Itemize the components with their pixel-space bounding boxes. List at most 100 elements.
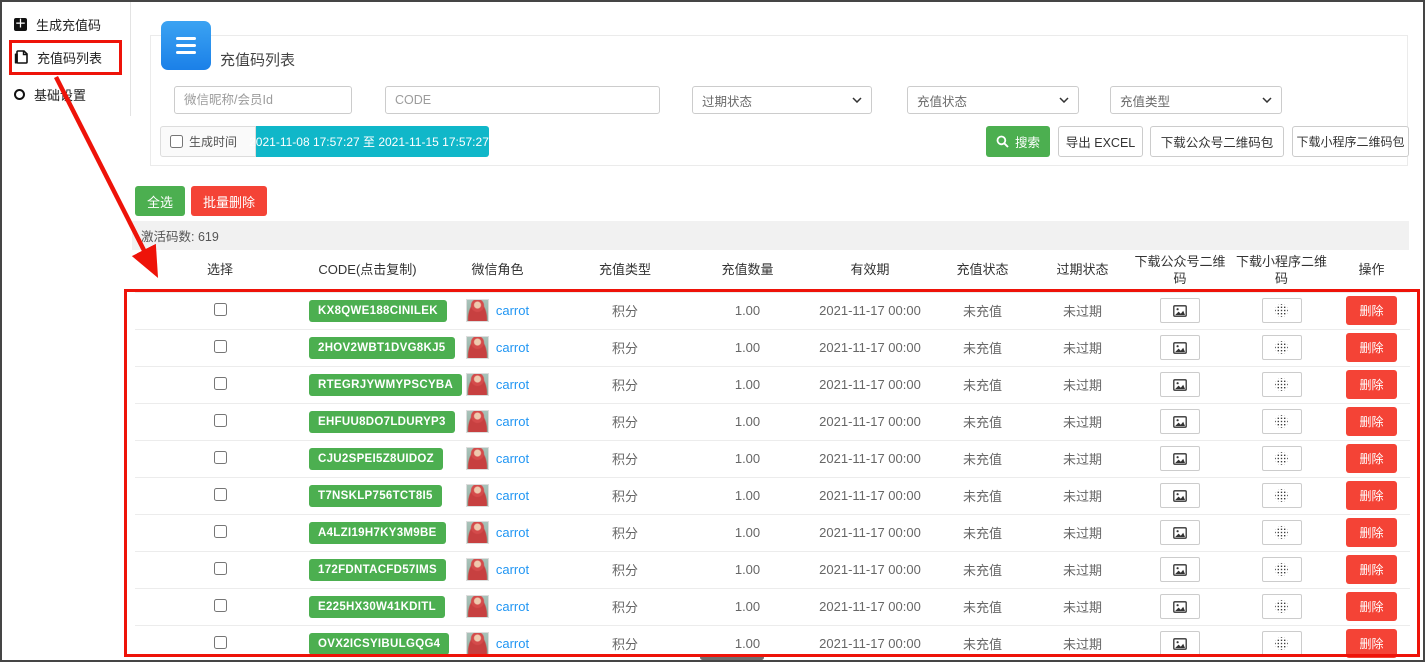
recharge-type-select[interactable]: 充值类型	[1110, 86, 1282, 114]
select-all-button[interactable]: 全选	[135, 186, 185, 216]
expire-status-select[interactable]: 过期状态	[692, 86, 872, 114]
wechat-role-link[interactable]: carrot	[496, 340, 529, 355]
table-row: KX8QWE188CINILEK carrot 积分 1.00 2021-11-…	[135, 292, 1410, 329]
download-official-qr-button[interactable]	[1160, 409, 1200, 434]
code-badge[interactable]: 172FDNTACFD57IMS	[309, 559, 446, 581]
miniprogram-qr-icon	[1275, 304, 1288, 317]
download-mini-qr-button[interactable]	[1262, 298, 1302, 323]
download-mini-qr-button[interactable]	[1262, 446, 1302, 471]
download-mini-qr-button[interactable]	[1262, 520, 1302, 545]
code-badge[interactable]: A4LZI19H7KY3M9BE	[309, 522, 446, 544]
download-mini-qr-button[interactable]	[1262, 631, 1302, 656]
wechat-role-link[interactable]: carrot	[496, 377, 529, 392]
wechat-role-link[interactable]: carrot	[496, 599, 529, 614]
sidebar-item-label: 基础设置	[34, 85, 86, 104]
generate-time-checkbox[interactable]	[170, 135, 183, 148]
amount-cell: 1.00	[685, 440, 810, 477]
code-badge[interactable]: KX8QWE188CINILEK	[309, 300, 447, 322]
batch-delete-button[interactable]: 批量删除	[191, 186, 267, 216]
delete-button[interactable]: 删除	[1346, 518, 1396, 547]
download-official-qr-button[interactable]	[1160, 446, 1200, 471]
recharge-code-table: 选择 CODE(点击复制) 微信角色 充值类型 充值数量 有效期 充值状态 过期…	[135, 250, 1410, 662]
activation-code-count: 激活码数: 619	[132, 221, 1409, 250]
expire-status-cell: 未过期	[1035, 440, 1130, 477]
download-official-qr-button[interactable]	[1160, 335, 1200, 360]
nickname-member-id-input[interactable]	[174, 86, 352, 114]
sidebar-item-generate-code[interactable]: ＋ 生成充值码	[14, 13, 101, 35]
delete-button[interactable]: 删除	[1346, 481, 1396, 510]
horizontal-scrollbar-thumb[interactable]	[700, 655, 764, 660]
menu-toggle-button[interactable]	[161, 21, 211, 70]
download-mini-qr-button[interactable]	[1262, 483, 1302, 508]
code-input[interactable]	[385, 86, 660, 114]
wechat-role-link[interactable]: carrot	[496, 636, 529, 651]
code-badge[interactable]: EHFUU8DO7LDURYP3	[309, 411, 455, 433]
amount-cell: 1.00	[685, 366, 810, 403]
recharge-type-cell: 积分	[565, 477, 685, 514]
wechat-role-link[interactable]: carrot	[496, 414, 529, 429]
download-mini-qr-button[interactable]	[1262, 557, 1302, 582]
validity-cell: 2021-11-17 00:00	[810, 588, 930, 625]
row-checkbox[interactable]	[214, 451, 227, 464]
row-checkbox[interactable]	[214, 599, 227, 612]
download-official-qr-button[interactable]	[1160, 483, 1200, 508]
row-checkbox[interactable]	[214, 377, 227, 390]
delete-button[interactable]: 删除	[1346, 370, 1396, 399]
wechat-role-link[interactable]: carrot	[496, 451, 529, 466]
sidebar-item-label: 充值码列表	[37, 48, 102, 67]
row-checkbox[interactable]	[214, 488, 227, 501]
wechat-role-link[interactable]: carrot	[496, 525, 529, 540]
row-checkbox[interactable]	[214, 414, 227, 427]
download-official-qr-button[interactable]	[1160, 520, 1200, 545]
sidebar-item-basic-settings[interactable]: 基础设置	[14, 83, 86, 105]
col-header-validity: 有效期	[810, 250, 930, 292]
delete-button[interactable]: 删除	[1346, 333, 1396, 362]
code-badge[interactable]: OVX2ICSYIBULGQG4	[309, 633, 449, 655]
delete-button[interactable]: 删除	[1346, 444, 1396, 473]
download-mini-qr-pack-button[interactable]: 下载小程序二维码包	[1292, 126, 1409, 157]
row-checkbox[interactable]	[214, 636, 227, 649]
miniprogram-qr-icon	[1275, 341, 1288, 354]
delete-button[interactable]: 删除	[1346, 555, 1396, 584]
wechat-role-link[interactable]: carrot	[496, 562, 529, 577]
search-button[interactable]: 搜索	[986, 126, 1050, 157]
sidebar-item-code-list[interactable]: 充值码列表	[14, 46, 102, 68]
code-badge[interactable]: E225HX30W41KDITL	[309, 596, 445, 618]
miniprogram-qr-icon	[1275, 452, 1288, 465]
image-icon	[1173, 416, 1187, 428]
row-checkbox[interactable]	[214, 562, 227, 575]
delete-button[interactable]: 删除	[1346, 407, 1396, 436]
wechat-role-link[interactable]: carrot	[496, 303, 529, 318]
wechat-role-link[interactable]: carrot	[496, 488, 529, 503]
code-badge[interactable]: T7NSKLP756TCT8I5	[309, 485, 442, 507]
code-badge[interactable]: 2HOV2WBT1DVG8KJ5	[309, 337, 455, 359]
row-checkbox[interactable]	[214, 340, 227, 353]
avatar	[466, 558, 489, 581]
code-badge[interactable]: RTEGRJYWMYPSCYBA	[309, 374, 462, 396]
download-mini-qr-button[interactable]	[1262, 335, 1302, 360]
download-mini-qr-button[interactable]	[1262, 372, 1302, 397]
download-mini-qr-button[interactable]	[1262, 594, 1302, 619]
col-header-amount: 充值数量	[685, 250, 810, 292]
download-official-qr-button[interactable]	[1160, 557, 1200, 582]
download-official-qr-pack-button[interactable]: 下载公众号二维码包	[1150, 126, 1284, 157]
delete-button[interactable]: 删除	[1346, 296, 1396, 325]
recharge-status-select[interactable]: 充值状态	[907, 86, 1079, 114]
validity-cell: 2021-11-17 00:00	[810, 366, 930, 403]
delete-button[interactable]: 删除	[1346, 629, 1396, 658]
delete-button[interactable]: 删除	[1346, 592, 1396, 621]
avatar	[466, 336, 489, 359]
download-official-qr-button[interactable]	[1160, 631, 1200, 656]
export-excel-button[interactable]: 导出 EXCEL	[1058, 126, 1143, 157]
code-badge[interactable]: CJU2SPEI5Z8UIDOZ	[309, 448, 443, 470]
date-range-button[interactable]: 2021-11-08 17:57:27 至 2021-11-15 17:57:2…	[256, 126, 489, 157]
row-checkbox[interactable]	[214, 525, 227, 538]
batch-delete-label: 批量删除	[203, 192, 255, 211]
row-checkbox[interactable]	[214, 303, 227, 316]
download-official-qr-button[interactable]	[1160, 298, 1200, 323]
avatar	[466, 299, 489, 322]
avatar	[466, 632, 489, 655]
download-official-qr-button[interactable]	[1160, 594, 1200, 619]
download-official-qr-button[interactable]	[1160, 372, 1200, 397]
download-mini-qr-button[interactable]	[1262, 409, 1302, 434]
